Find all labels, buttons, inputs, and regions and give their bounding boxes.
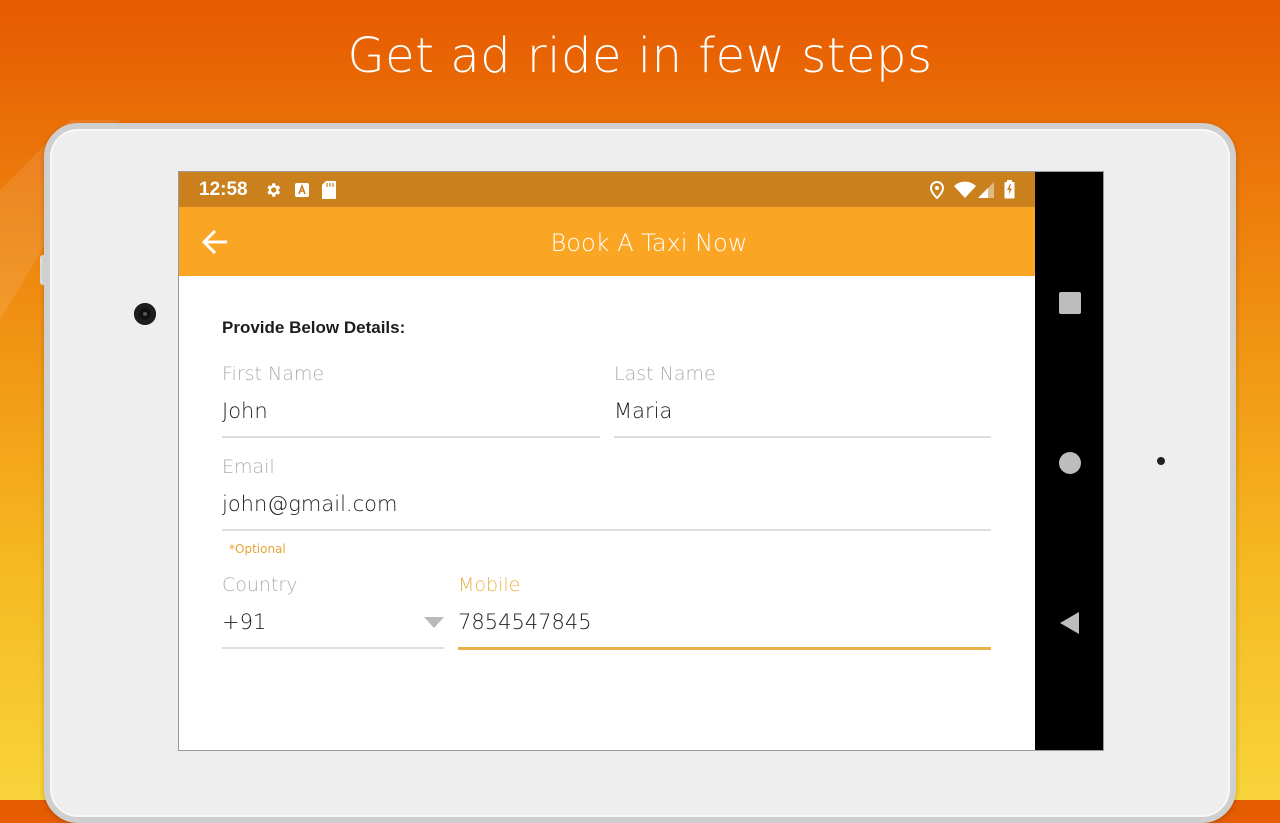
status-bar: 12:58: [179, 172, 1035, 207]
device-screen: 12:58 Book A Taxi Now Provide Below Deta…: [178, 171, 1104, 751]
email-underline: [222, 529, 991, 531]
email-helper-text: *Optional: [229, 542, 286, 556]
last-name-label: Last Name: [614, 363, 716, 385]
home-circle-icon: [1059, 452, 1081, 474]
recents-square-icon: [1059, 292, 1081, 314]
country-underline: [222, 647, 444, 649]
mobile-underline-focused: [458, 647, 991, 650]
last-name-underline: [614, 436, 991, 438]
section-title: Provide Below Details:: [222, 318, 406, 337]
system-nav-bar: [1035, 172, 1103, 750]
page-title: Book A Taxi Now: [550, 229, 748, 257]
first-name-underline: [222, 436, 600, 438]
a-icon: [294, 182, 310, 198]
country-code-field[interactable]: Country: [222, 573, 444, 649]
recents-button[interactable]: [1035, 272, 1103, 332]
signal-icon: [978, 181, 994, 198]
booking-form: Provide Below Details: First Name Last N…: [179, 276, 1035, 750]
location-icon: [930, 180, 944, 199]
email-label: Email: [222, 456, 275, 478]
sensor-dot: [1157, 457, 1165, 465]
first-name-input[interactable]: [222, 396, 600, 426]
sd-card-icon: [321, 180, 336, 199]
mobile-input[interactable]: [458, 607, 991, 637]
first-name-label: First Name: [222, 363, 325, 385]
back-triangle-icon: [1060, 612, 1079, 634]
front-camera: [134, 303, 156, 325]
app-bar: Book A Taxi Now: [179, 207, 1035, 276]
email-input[interactable]: [222, 489, 991, 519]
country-code-select[interactable]: [222, 607, 444, 637]
email-field: Email: [222, 455, 991, 531]
first-name-field: First Name: [222, 362, 600, 438]
wifi-icon: [954, 181, 976, 199]
last-name-input[interactable]: [614, 396, 991, 426]
battery-charging-icon: [1004, 180, 1015, 199]
mobile-label: Mobile: [458, 574, 521, 596]
status-time: 12:58: [199, 178, 248, 200]
promo-headline: Get ad ride in few steps: [347, 28, 933, 84]
last-name-field: Last Name: [614, 362, 991, 438]
settings-icon: [264, 181, 282, 199]
country-label: Country: [222, 574, 298, 596]
back-nav-button[interactable]: [1035, 592, 1103, 652]
home-button[interactable]: [1035, 432, 1103, 492]
mobile-field: Mobile: [458, 573, 991, 650]
dropdown-arrow-icon[interactable]: [424, 615, 444, 629]
